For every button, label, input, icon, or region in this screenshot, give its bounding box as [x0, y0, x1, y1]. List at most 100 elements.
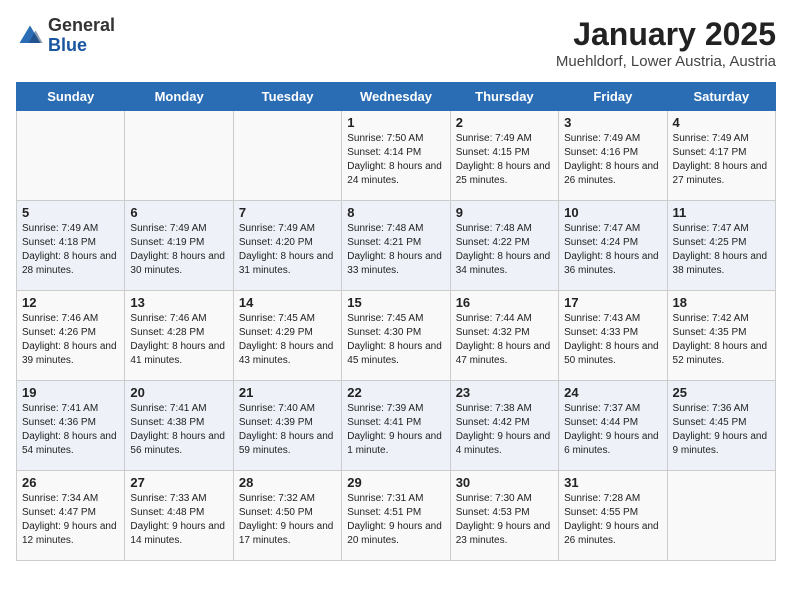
calendar-table: Sunday Monday Tuesday Wednesday Thursday…	[16, 82, 776, 561]
calendar-cell: 6 Sunrise: 7:49 AM Sunset: 4:19 PM Daylig…	[125, 201, 233, 291]
calendar-cell: 4 Sunrise: 7:49 AM Sunset: 4:17 PM Daylig…	[667, 111, 775, 201]
day-number: 4	[673, 115, 770, 130]
calendar-cell: 18 Sunrise: 7:42 AM Sunset: 4:35 PM Dayli…	[667, 291, 775, 381]
day-detail: Sunrise: 7:48 AM Sunset: 4:21 PM Dayligh…	[347, 222, 444, 278]
calendar-cell: 24Sunrise: 7:37 AM Sunset: 4:44 PM Dayli…	[559, 381, 667, 471]
day-number: 19	[22, 385, 119, 400]
day-number: 7	[239, 205, 336, 220]
calendar-cell: 29 Sunrise: 7:31 AM Sunset: 4:51 PM Dayli…	[342, 471, 450, 561]
day-detail: Sunrise: 7:31 AM Sunset: 4:51 PM Dayligh…	[347, 492, 444, 548]
day-number: 23	[456, 385, 553, 400]
header-monday: Monday	[125, 83, 233, 111]
day-number: 27	[130, 475, 227, 490]
day-detail: Sunrise: 7:41 AM Sunset: 4:38 PM Dayligh…	[130, 402, 227, 458]
calendar-header: Sunday Monday Tuesday Wednesday Thursday…	[17, 83, 776, 111]
logo-blue: Blue	[48, 36, 115, 56]
day-detail: Sunrise: 7:33 AM Sunset: 4:48 PM Dayligh…	[130, 492, 227, 548]
day-detail: Sunrise: 7:36 AM Sunset: 4:45 PM Dayligh…	[673, 402, 770, 458]
day-number: 20	[130, 385, 227, 400]
day-detail: Sunrise: 7:40 AM Sunset: 4:39 PM Dayligh…	[239, 402, 336, 458]
logo: General Blue	[16, 16, 115, 56]
day-detail: Sunrise: 7:49 AM Sunset: 4:18 PM Dayligh…	[22, 222, 119, 278]
calendar-cell: 21 Sunrise: 7:40 AM Sunset: 4:39 PM Dayli…	[233, 381, 341, 471]
header-thursday: Thursday	[450, 83, 558, 111]
calendar-cell: 2 Sunrise: 7:49 AM Sunset: 4:15 PM Daylig…	[450, 111, 558, 201]
day-number: 1	[347, 115, 444, 130]
calendar-cell: 11Sunrise: 7:47 AM Sunset: 4:25 PM Dayli…	[667, 201, 775, 291]
day-number: 26	[22, 475, 119, 490]
day-number: 24	[564, 385, 661, 400]
day-detail: Sunrise: 7:45 AM Sunset: 4:30 PM Dayligh…	[347, 312, 444, 368]
day-detail: Sunrise: 7:48 AM Sunset: 4:22 PM Dayligh…	[456, 222, 553, 278]
calendar-cell	[233, 111, 341, 201]
calendar-week-row: 12Sunrise: 7:46 AM Sunset: 4:26 PM Dayli…	[17, 291, 776, 381]
day-detail: Sunrise: 7:42 AM Sunset: 4:35 PM Dayligh…	[673, 312, 770, 368]
header-wednesday: Wednesday	[342, 83, 450, 111]
day-detail: Sunrise: 7:34 AM Sunset: 4:47 PM Dayligh…	[22, 492, 119, 548]
day-detail: Sunrise: 7:47 AM Sunset: 4:24 PM Dayligh…	[564, 222, 661, 278]
day-detail: Sunrise: 7:49 AM Sunset: 4:17 PM Dayligh…	[673, 132, 770, 188]
header-sunday: Sunday	[17, 83, 125, 111]
calendar-title: January 2025	[556, 16, 776, 53]
title-block: January 2025 Muehldorf, Lower Austria, A…	[556, 16, 776, 70]
calendar-cell: 26 Sunrise: 7:34 AM Sunset: 4:47 PM Dayli…	[17, 471, 125, 561]
calendar-body: 1 Sunrise: 7:50 AM Sunset: 4:14 PM Daylig…	[17, 111, 776, 561]
calendar-cell: 23 Sunrise: 7:38 AM Sunset: 4:42 PM Dayli…	[450, 381, 558, 471]
day-detail: Sunrise: 7:47 AM Sunset: 4:25 PM Dayligh…	[673, 222, 770, 278]
calendar-subtitle: Muehldorf, Lower Austria, Austria	[556, 53, 776, 70]
calendar-cell	[125, 111, 233, 201]
calendar-cell: 12Sunrise: 7:46 AM Sunset: 4:26 PM Dayli…	[17, 291, 125, 381]
calendar-cell: 17Sunrise: 7:43 AM Sunset: 4:33 PM Dayli…	[559, 291, 667, 381]
logo-general: General	[48, 16, 115, 36]
day-detail: Sunrise: 7:45 AM Sunset: 4:29 PM Dayligh…	[239, 312, 336, 368]
day-number: 10	[564, 205, 661, 220]
day-number: 9	[456, 205, 553, 220]
day-detail: Sunrise: 7:46 AM Sunset: 4:26 PM Dayligh…	[22, 312, 119, 368]
day-detail: Sunrise: 7:38 AM Sunset: 4:42 PM Dayligh…	[456, 402, 553, 458]
day-number: 25	[673, 385, 770, 400]
day-number: 13	[130, 295, 227, 310]
calendar-week-row: 19Sunrise: 7:41 AM Sunset: 4:36 PM Dayli…	[17, 381, 776, 471]
day-number: 22	[347, 385, 444, 400]
calendar-cell: 31 Sunrise: 7:28 AM Sunset: 4:55 PM Dayli…	[559, 471, 667, 561]
day-detail: Sunrise: 7:46 AM Sunset: 4:28 PM Dayligh…	[130, 312, 227, 368]
day-detail: Sunrise: 7:49 AM Sunset: 4:16 PM Dayligh…	[564, 132, 661, 188]
day-number: 29	[347, 475, 444, 490]
day-detail: Sunrise: 7:28 AM Sunset: 4:55 PM Dayligh…	[564, 492, 661, 548]
calendar-cell: 22Sunrise: 7:39 AM Sunset: 4:41 PM Dayli…	[342, 381, 450, 471]
calendar-cell: 14 Sunrise: 7:45 AM Sunset: 4:29 PM Dayli…	[233, 291, 341, 381]
day-detail: Sunrise: 7:49 AM Sunset: 4:19 PM Dayligh…	[130, 222, 227, 278]
day-number: 8	[347, 205, 444, 220]
day-number: 2	[456, 115, 553, 130]
day-number: 17	[564, 295, 661, 310]
header-friday: Friday	[559, 83, 667, 111]
page-header: General Blue January 2025 Muehldorf, Low…	[16, 16, 776, 70]
day-detail: Sunrise: 7:44 AM Sunset: 4:32 PM Dayligh…	[456, 312, 553, 368]
calendar-week-row: 1 Sunrise: 7:50 AM Sunset: 4:14 PM Daylig…	[17, 111, 776, 201]
day-detail: Sunrise: 7:49 AM Sunset: 4:20 PM Dayligh…	[239, 222, 336, 278]
calendar-cell: 13 Sunrise: 7:46 AM Sunset: 4:28 PM Dayli…	[125, 291, 233, 381]
day-number: 14	[239, 295, 336, 310]
weekday-row: Sunday Monday Tuesday Wednesday Thursday…	[17, 83, 776, 111]
day-number: 3	[564, 115, 661, 130]
calendar-cell: 28Sunrise: 7:32 AM Sunset: 4:50 PM Dayli…	[233, 471, 341, 561]
calendar-cell: 5Sunrise: 7:49 AM Sunset: 4:18 PM Daylig…	[17, 201, 125, 291]
calendar-cell: 27 Sunrise: 7:33 AM Sunset: 4:48 PM Dayli…	[125, 471, 233, 561]
logo-text: General Blue	[48, 16, 115, 56]
calendar-cell: 19Sunrise: 7:41 AM Sunset: 4:36 PM Dayli…	[17, 381, 125, 471]
day-detail: Sunrise: 7:49 AM Sunset: 4:15 PM Dayligh…	[456, 132, 553, 188]
calendar-cell: 9 Sunrise: 7:48 AM Sunset: 4:22 PM Daylig…	[450, 201, 558, 291]
calendar-cell: 7 Sunrise: 7:49 AM Sunset: 4:20 PM Daylig…	[233, 201, 341, 291]
calendar-cell: 3 Sunrise: 7:49 AM Sunset: 4:16 PM Daylig…	[559, 111, 667, 201]
calendar-week-row: 26 Sunrise: 7:34 AM Sunset: 4:47 PM Dayli…	[17, 471, 776, 561]
day-number: 16	[456, 295, 553, 310]
day-number: 18	[673, 295, 770, 310]
calendar-cell: 1 Sunrise: 7:50 AM Sunset: 4:14 PM Daylig…	[342, 111, 450, 201]
day-number: 31	[564, 475, 661, 490]
day-detail: Sunrise: 7:50 AM Sunset: 4:14 PM Dayligh…	[347, 132, 444, 188]
day-detail: Sunrise: 7:32 AM Sunset: 4:50 PM Dayligh…	[239, 492, 336, 548]
calendar-cell	[667, 471, 775, 561]
day-number: 21	[239, 385, 336, 400]
header-tuesday: Tuesday	[233, 83, 341, 111]
day-number: 6	[130, 205, 227, 220]
